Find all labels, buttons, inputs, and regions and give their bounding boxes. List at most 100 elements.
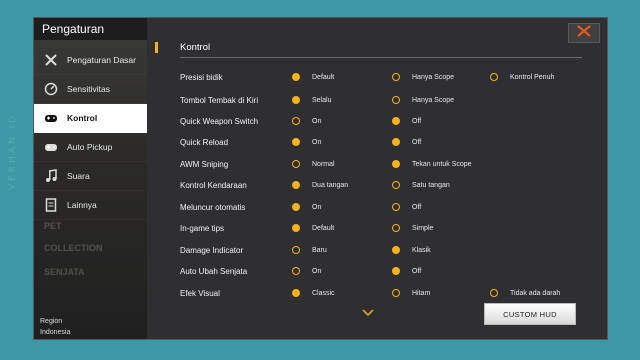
setting-label: Tombol Tembak di Kiri bbox=[180, 95, 259, 105]
radio-option[interactable]: On bbox=[292, 132, 321, 152]
gauge-icon bbox=[44, 82, 58, 96]
radio-option[interactable]: On bbox=[292, 111, 321, 131]
sidebar-item-auto-pickup[interactable]: Auto Pickup bbox=[34, 133, 147, 162]
section-accent-bar bbox=[155, 42, 158, 53]
radio-option-label: Off bbox=[412, 267, 422, 275]
sidebar-item-sensitivitas[interactable]: Sensitivitas bbox=[34, 75, 147, 104]
sidebar: Pengaturan Pengaturan Dasar Sensitivitas K… bbox=[34, 18, 147, 339]
setting-label: Efek Visual bbox=[180, 288, 220, 298]
settings-panel: Kontrol Presisi bidik Default Hanya Scope K… bbox=[147, 18, 607, 339]
region-value: Indonesia bbox=[40, 329, 71, 336]
radio-selected-icon bbox=[292, 224, 300, 232]
radio-option[interactable]: Tidak ada darah bbox=[490, 283, 560, 303]
close-icon bbox=[577, 24, 591, 42]
radio-unselected-icon bbox=[292, 160, 300, 168]
radio-option-label: On bbox=[312, 203, 322, 211]
radio-selected-icon bbox=[292, 138, 300, 146]
radio-option-label: Simple bbox=[412, 224, 434, 232]
radio-option[interactable]: Simple bbox=[392, 218, 433, 238]
radio-selected-icon bbox=[292, 96, 300, 104]
setting-row: Quick Weapon Switch On Off bbox=[180, 111, 421, 131]
chevron-down-icon[interactable] bbox=[362, 304, 374, 322]
radio-option[interactable]: Klasik bbox=[392, 240, 431, 260]
radio-option[interactable]: Default bbox=[292, 67, 334, 87]
setting-label: Kontrol Kendaraan bbox=[180, 180, 247, 190]
radio-option[interactable]: Off bbox=[392, 132, 421, 152]
close-button[interactable] bbox=[568, 23, 600, 43]
setting-label: Quick Weapon Switch bbox=[180, 116, 259, 126]
setting-label: In-game tips bbox=[180, 223, 225, 233]
radio-selected-icon bbox=[292, 181, 300, 189]
radio-unselected-icon bbox=[292, 246, 300, 254]
radio-unselected-icon bbox=[490, 289, 498, 297]
radio-option-label: Off bbox=[412, 117, 422, 125]
radio-option[interactable]: Hanya Scope bbox=[392, 67, 454, 87]
radio-option[interactable]: Classic bbox=[292, 283, 335, 303]
radio-option[interactable]: Default bbox=[292, 218, 334, 238]
radio-option[interactable]: Dua tangan bbox=[292, 175, 348, 195]
radio-option-label: Off bbox=[412, 203, 422, 211]
custom-hud-button[interactable]: CUSTOM HUD bbox=[484, 303, 576, 325]
setting-row: Kontrol Kendaraan Dua tangan Satu tangan bbox=[180, 175, 450, 195]
watermark-left: VERHAN.ID bbox=[8, 112, 18, 190]
sidebar-item-suara[interactable]: Suara bbox=[34, 162, 147, 191]
section-divider bbox=[180, 57, 582, 58]
radio-option[interactable]: Hitam bbox=[392, 283, 430, 303]
radio-option-label: Off bbox=[412, 138, 422, 146]
radio-option[interactable]: Normal bbox=[292, 154, 335, 174]
radio-option[interactable]: Kontrol Penuh bbox=[490, 67, 554, 87]
sidebar-item-pengaturan-dasar[interactable]: Pengaturan Dasar bbox=[34, 46, 147, 75]
radio-unselected-icon bbox=[392, 181, 400, 189]
section-title: Kontrol bbox=[180, 42, 211, 53]
sidebar-item-kontrol[interactable]: Kontrol bbox=[34, 104, 147, 133]
radio-selected-icon bbox=[292, 73, 300, 81]
radio-unselected-icon bbox=[392, 96, 400, 104]
setting-label: Damage Indicator bbox=[180, 245, 244, 255]
setting-label: Auto Ubah Senjata bbox=[180, 266, 248, 276]
sidebar-nav: Pengaturan Dasar Sensitivitas Kontrol Auto … bbox=[34, 46, 147, 220]
radio-unselected-icon bbox=[392, 203, 400, 211]
radio-selected-icon bbox=[292, 289, 300, 297]
sidebar-item-lainnya[interactable]: Lainnya bbox=[34, 191, 147, 220]
radio-option[interactable]: On bbox=[292, 261, 321, 281]
radio-option-label: Hitam bbox=[412, 289, 431, 297]
radio-option[interactable]: Off bbox=[392, 111, 421, 131]
radio-option-label: Default bbox=[312, 73, 335, 81]
radio-option[interactable]: On bbox=[292, 197, 321, 217]
music-note-icon bbox=[44, 169, 58, 183]
radio-option[interactable]: Hanya Scope bbox=[392, 90, 454, 110]
radio-option-label: On bbox=[312, 138, 322, 146]
radio-selected-icon bbox=[392, 160, 400, 168]
radio-option-label: Dua tangan bbox=[312, 181, 349, 189]
radio-option[interactable]: Selalu bbox=[292, 90, 331, 110]
page-title: Pengaturan bbox=[34, 18, 147, 40]
radio-option[interactable]: Satu tangan bbox=[392, 175, 450, 195]
tools-icon bbox=[44, 53, 58, 67]
sidebar-item-label: Kontrol bbox=[67, 113, 98, 123]
radio-option-label: Tekan untuk Scope bbox=[412, 160, 472, 168]
region-info: Region Indonesia bbox=[40, 316, 70, 338]
ghost-text: SENJATA bbox=[44, 267, 85, 277]
radio-selected-icon bbox=[392, 138, 400, 146]
radio-option-label: On bbox=[312, 267, 322, 275]
settings-window: Pengaturan Pengaturan Dasar Sensitivitas K… bbox=[33, 17, 608, 340]
radio-option[interactable]: Off bbox=[392, 197, 421, 217]
radio-option[interactable]: Off bbox=[392, 261, 421, 281]
setting-row: Tombol Tembak di Kiri Selalu Hanya Scope bbox=[180, 90, 454, 110]
gamepad-icon bbox=[44, 140, 58, 154]
sidebar-item-label: Auto Pickup bbox=[67, 142, 113, 152]
setting-row: Meluncur otomatis On Off bbox=[180, 197, 421, 217]
radio-option-label: Hanya Scope bbox=[412, 73, 455, 81]
ghost-text: COLLECTION bbox=[44, 243, 103, 253]
sidebar-item-label: Lainnya bbox=[67, 200, 97, 210]
radio-unselected-icon bbox=[392, 73, 400, 81]
radio-option-label: Tidak ada darah bbox=[510, 289, 561, 297]
radio-option-label: Default bbox=[312, 224, 335, 232]
setting-row: AWM Sniping Normal Tekan untuk Scope bbox=[180, 154, 472, 174]
radio-option[interactable]: Baru bbox=[292, 240, 327, 260]
radio-option[interactable]: Tekan untuk Scope bbox=[392, 154, 472, 174]
radio-option-label: On bbox=[312, 117, 322, 125]
radio-unselected-icon bbox=[292, 117, 300, 125]
radio-selected-icon bbox=[392, 117, 400, 125]
setting-label: Meluncur otomatis bbox=[180, 202, 246, 212]
